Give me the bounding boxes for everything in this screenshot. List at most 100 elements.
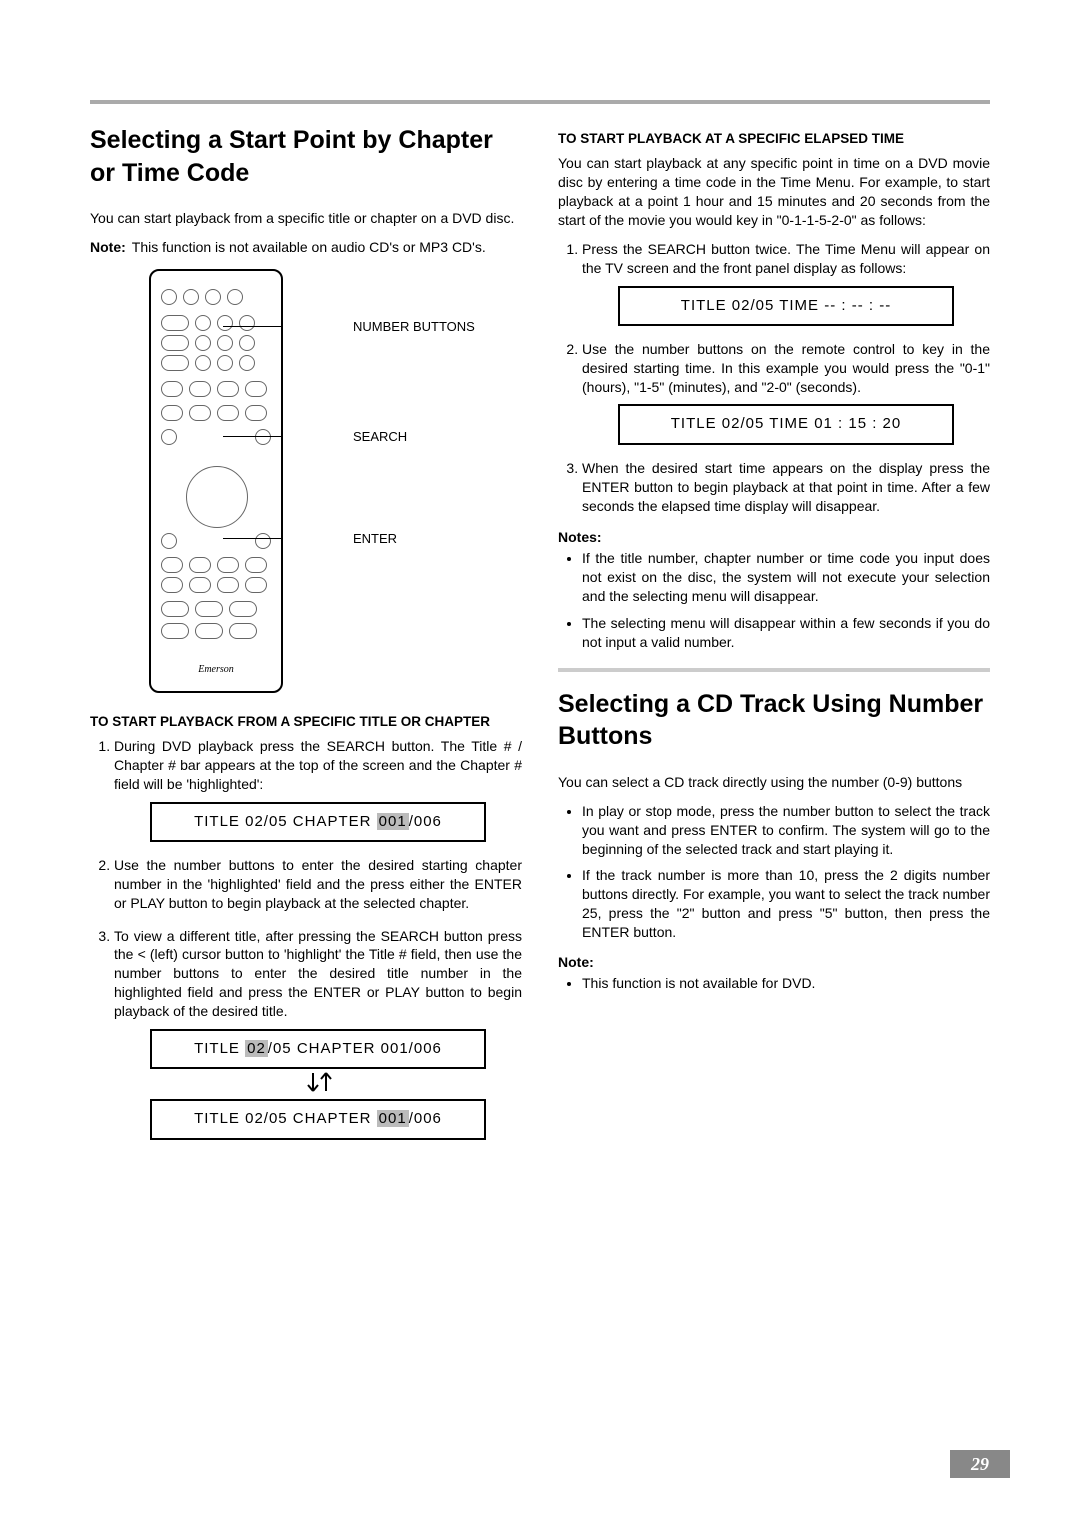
subhead-title-chapter: TO START PLAYBACK FROM A SPECIFIC TITLE … (90, 713, 522, 731)
remote-button-icon (161, 557, 183, 573)
remote-button-icon (217, 315, 233, 331)
remote-button-icon (189, 405, 211, 421)
section-rule (558, 668, 990, 672)
osd-display-title-a: TITLE 02/05 CHAPTER 001/006 (150, 1029, 486, 1069)
two-column-layout: Selecting a Start Point by Chapter or Ti… (90, 124, 990, 1154)
remote-button-icon (227, 289, 243, 305)
remote-button-icon (217, 355, 233, 371)
dpad-icon (186, 466, 248, 528)
note-item: If the title number, chapter number or t… (582, 549, 990, 606)
elapsed-step-2: Use the number buttons on the remote con… (582, 340, 990, 445)
step-2: Use the number buttons to enter the desi… (114, 856, 522, 913)
top-rule (90, 100, 990, 104)
remote-button-icon (255, 533, 271, 549)
cd-item: If the track number is more than 10, pre… (582, 866, 990, 942)
page-number: 29 (950, 1450, 1010, 1478)
remote-button-icon (161, 335, 189, 351)
osd-text-pre: TITLE 02/05 CHAPTER (194, 813, 377, 830)
callout-search: SEARCH (283, 429, 407, 444)
remote-button-icon (217, 381, 239, 397)
note-text: This function is not available on audio … (132, 238, 486, 257)
remote-button-icon (161, 405, 183, 421)
note2-item: This function is not available for DVD. (582, 974, 990, 993)
left-column: Selecting a Start Point by Chapter or Ti… (90, 124, 522, 1154)
osd-text-post: /006 (409, 813, 442, 830)
page: Selecting a Start Point by Chapter or Ti… (0, 0, 1080, 1528)
step-1-text: During DVD playback press the SEARCH but… (114, 738, 522, 792)
osd-text-post: /006 (409, 1110, 442, 1127)
remote-button-icon (217, 577, 239, 593)
remote-button-icon (195, 315, 211, 331)
note-line: Note: This function is not available on … (90, 238, 522, 257)
remote-button-icon (245, 577, 267, 593)
remote-button-icon (217, 335, 233, 351)
remote-button-icon (229, 601, 257, 617)
step-3: To view a different title, after pressin… (114, 927, 522, 1140)
remote-button-icon (161, 429, 177, 445)
subhead-elapsed-time: TO START PLAYBACK AT A SPECIFIC ELAPSED … (558, 130, 990, 148)
cd-items: In play or stop mode, press the number b… (558, 802, 990, 942)
remote-button-icon (217, 405, 239, 421)
elapsed-steps: Press the SEARCH button twice. The Time … (558, 240, 990, 516)
callout-number-buttons: NUMBER BUTTONS (283, 319, 475, 334)
remote-button-icon (245, 557, 267, 573)
intro-text: You can start playback from a specific t… (90, 209, 522, 228)
note-label: Note: (90, 238, 126, 257)
note2-list: This function is not available for DVD. (558, 974, 990, 993)
cd-intro: You can select a CD track directly using… (558, 773, 990, 792)
notes-label: Notes: (558, 529, 990, 545)
title-chapter-steps: During DVD playback press the SEARCH but… (90, 737, 522, 1140)
remote-button-icon (239, 315, 255, 331)
callout-enter: ENTER (283, 531, 397, 546)
remote-button-icon (195, 355, 211, 371)
remote-button-icon (245, 381, 267, 397)
osd-highlight: 001 (377, 813, 409, 830)
heading-cd-track: Selecting a CD Track Using Number Button… (558, 688, 990, 753)
remote-button-icon (161, 289, 177, 305)
step-1: During DVD playback press the SEARCH but… (114, 737, 522, 842)
remote-button-icon (195, 335, 211, 351)
osd-highlight: 02 (245, 1040, 268, 1057)
remote-button-icon (161, 623, 189, 639)
remote-button-icon (195, 623, 223, 639)
osd-display-time-blank: TITLE 02/05 TIME -- : -- : -- (618, 286, 954, 326)
remote-button-icon (161, 533, 177, 549)
remote-button-icon (161, 355, 189, 371)
remote-button-icon (161, 577, 183, 593)
osd-display-title-b: TITLE 02/05 CHAPTER 001/006 (150, 1099, 486, 1139)
cd-item: In play or stop mode, press the number b… (582, 802, 990, 859)
elapsed-step-1: Press the SEARCH button twice. The Time … (582, 240, 990, 326)
elapsed-step-3: When the desired start time appears on t… (582, 459, 990, 516)
remote-button-icon (189, 577, 211, 593)
notes-list: If the title number, chapter number or t… (558, 549, 990, 651)
heading-start-point: Selecting a Start Point by Chapter or Ti… (90, 124, 522, 189)
remote-button-icon (195, 601, 223, 617)
remote-brand: Emerson (151, 664, 281, 675)
remote-button-icon (229, 623, 257, 639)
remote-button-icon (245, 405, 267, 421)
remote-button-icon (205, 289, 221, 305)
remote-button-icon (189, 381, 211, 397)
remote-illustration: Emerson NUMBER BUTTONS SEARCH ENTER (90, 269, 522, 693)
note-item: The selecting menu will disappear within… (582, 614, 990, 652)
elapsed-step-2-text: Use the number buttons on the remote con… (582, 341, 990, 395)
remote-button-icon (189, 557, 211, 573)
osd-text-pre: TITLE 02/05 CHAPTER (194, 1110, 377, 1127)
osd-text-pre: TITLE (194, 1040, 245, 1057)
elapsed-intro: You can start playback at any specific p… (558, 154, 990, 230)
swap-arrows-icon (114, 1069, 522, 1099)
remote-button-icon (183, 289, 199, 305)
osd-display-chapter: TITLE 02/05 CHAPTER 001/006 (150, 802, 486, 842)
remote-button-icon (161, 315, 189, 331)
elapsed-step-1-text: Press the SEARCH button twice. The Time … (582, 241, 990, 276)
osd-display-time-set: TITLE 02/05 TIME 01 : 15 : 20 (618, 404, 954, 444)
remote-button-icon (239, 355, 255, 371)
remote-outline: Emerson (149, 269, 283, 693)
remote-button-icon (239, 335, 255, 351)
remote-button-icon (161, 601, 189, 617)
step-3-text: To view a different title, after pressin… (114, 928, 522, 1020)
remote-button-icon (161, 381, 183, 397)
note2-label: Note: (558, 954, 990, 970)
osd-highlight: 001 (377, 1110, 409, 1127)
osd-text-post: /05 CHAPTER 001/006 (268, 1040, 442, 1057)
